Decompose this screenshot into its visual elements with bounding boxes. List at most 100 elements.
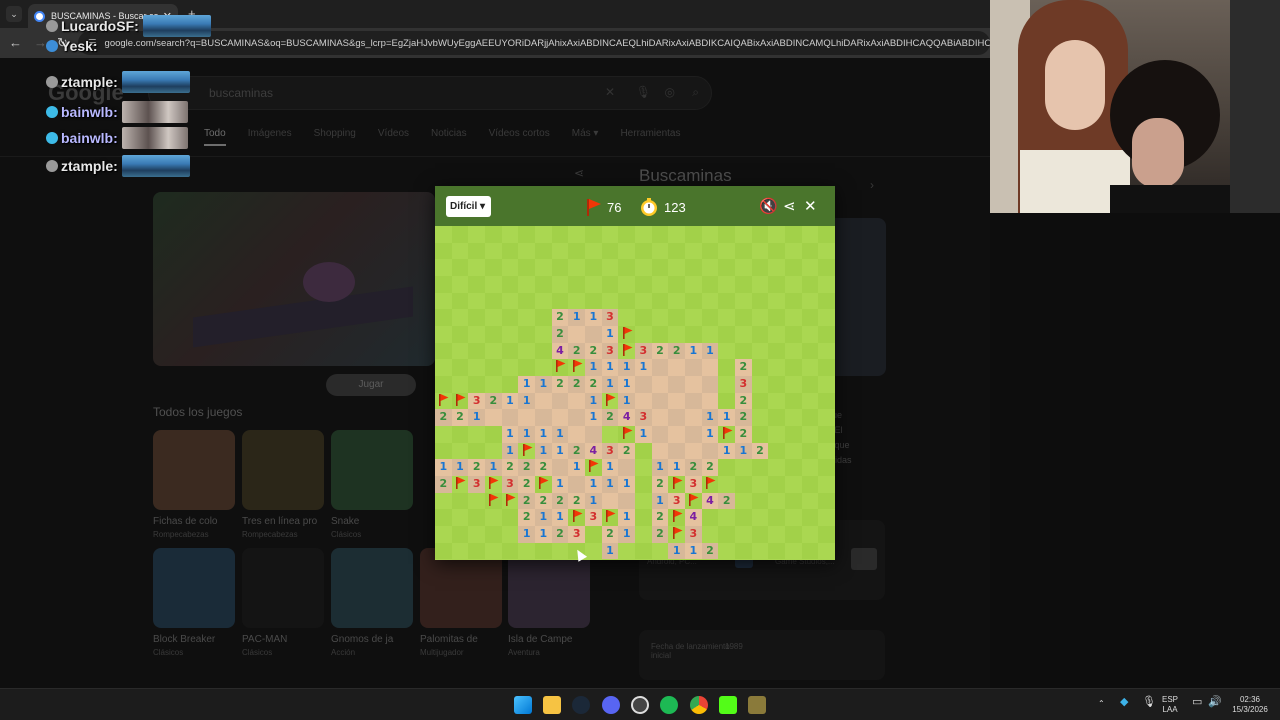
hidden-cell[interactable]: [518, 242, 535, 260]
hidden-cell[interactable]: [501, 276, 519, 293]
revealed-empty-cell[interactable]: [585, 326, 602, 343]
hidden-cell[interactable]: [468, 509, 485, 526]
network-icon[interactable]: ▭: [1192, 697, 1202, 708]
number-cell[interactable]: 1: [701, 342, 719, 360]
number-cell[interactable]: 1: [618, 392, 635, 410]
flagged-cell[interactable]: [618, 426, 635, 443]
number-cell[interactable]: 1: [535, 376, 552, 393]
hidden-cell[interactable]: [585, 242, 602, 260]
hidden-cell[interactable]: [435, 442, 452, 460]
hidden-cell[interactable]: [635, 492, 652, 510]
flagged-cell[interactable]: [618, 342, 635, 360]
google-tab[interactable]: Todo: [204, 128, 226, 146]
revealed-empty-cell[interactable]: [618, 492, 635, 510]
flagged-cell[interactable]: [551, 359, 569, 376]
hidden-cell[interactable]: [518, 292, 535, 310]
number-cell[interactable]: 1: [435, 459, 452, 476]
revealed-empty-cell[interactable]: [668, 426, 685, 443]
number-cell[interactable]: 2: [535, 459, 552, 476]
hidden-cell[interactable]: [585, 526, 602, 543]
hidden-cell[interactable]: [585, 259, 602, 276]
volume-icon[interactable]: 🔊: [1208, 697, 1222, 708]
hidden-cell[interactable]: [818, 376, 835, 393]
hidden-cell[interactable]: [468, 242, 485, 260]
hidden-cell[interactable]: [601, 259, 619, 276]
number-cell[interactable]: 1: [535, 526, 552, 543]
microphone-icon[interactable]: 🎙: [1142, 697, 1156, 708]
number-cell[interactable]: 2: [701, 459, 719, 476]
hidden-cell[interactable]: [718, 259, 735, 276]
number-cell[interactable]: 2: [751, 442, 769, 460]
mute-icon[interactable]: 🔇: [759, 197, 778, 215]
close-icon[interactable]: ✕: [804, 197, 817, 215]
number-cell[interactable]: 1: [585, 309, 602, 326]
number-cell[interactable]: 1: [701, 409, 719, 426]
hidden-cell[interactable]: [801, 359, 819, 376]
chat-username[interactable]: ztample:: [61, 74, 118, 90]
back-icon[interactable]: ←: [9, 35, 22, 50]
game-name[interactable]: Snake: [331, 516, 359, 527]
number-cell[interactable]: 1: [551, 442, 569, 460]
hidden-cell[interactable]: [635, 309, 652, 326]
hidden-cell[interactable]: [785, 359, 802, 376]
hidden-cell[interactable]: [601, 242, 619, 260]
number-cell[interactable]: 2: [551, 492, 569, 510]
game-card-thumbnail[interactable]: [331, 430, 413, 510]
hidden-cell[interactable]: [451, 326, 469, 343]
hidden-cell[interactable]: [568, 226, 585, 243]
revealed-empty-cell[interactable]: [685, 376, 702, 393]
flagged-cell[interactable]: [601, 509, 619, 526]
hidden-cell[interactable]: [735, 492, 752, 510]
hidden-cell[interactable]: [535, 359, 552, 376]
revealed-empty-cell[interactable]: [668, 376, 685, 393]
hidden-cell[interactable]: [635, 542, 652, 560]
hidden-cell[interactable]: [468, 359, 485, 376]
number-cell[interactable]: 2: [585, 342, 602, 360]
hidden-cell[interactable]: [751, 326, 769, 343]
hidden-cell[interactable]: [435, 359, 452, 376]
number-cell[interactable]: 3: [601, 309, 619, 326]
hidden-cell[interactable]: [718, 526, 735, 543]
hidden-cell[interactable]: [818, 442, 835, 460]
revealed-empty-cell[interactable]: [701, 442, 719, 460]
game-name[interactable]: Gnomos de ja: [331, 634, 393, 645]
hidden-cell[interactable]: [751, 359, 769, 376]
address-bar[interactable]: ☰ google.com/search?q=BUSCAMINAS&oq=BUSC…: [78, 31, 990, 55]
number-cell[interactable]: 2: [585, 376, 602, 393]
number-cell[interactable]: 3: [501, 476, 519, 493]
number-cell[interactable]: 2: [551, 309, 569, 326]
hidden-cell[interactable]: [468, 442, 485, 460]
hidden-cell[interactable]: [801, 442, 819, 460]
hidden-cell[interactable]: [468, 292, 485, 310]
revealed-empty-cell[interactable]: [635, 392, 652, 410]
flagged-cell[interactable]: [585, 459, 602, 476]
flagged-cell[interactable]: [668, 526, 685, 543]
revealed-empty-cell[interactable]: [651, 409, 669, 426]
flagged-cell[interactable]: [485, 492, 502, 510]
hidden-cell[interactable]: [518, 276, 535, 293]
hidden-cell[interactable]: [735, 459, 752, 476]
hidden-cell[interactable]: [535, 276, 552, 293]
revealed-empty-cell[interactable]: [685, 392, 702, 410]
flagged-cell[interactable]: [501, 492, 519, 510]
hidden-cell[interactable]: [751, 376, 769, 393]
number-cell[interactable]: 1: [668, 459, 685, 476]
hidden-cell[interactable]: [785, 526, 802, 543]
number-cell[interactable]: 2: [535, 492, 552, 510]
number-cell[interactable]: 2: [518, 476, 535, 493]
flagged-cell[interactable]: [485, 476, 502, 493]
hidden-cell[interactable]: [785, 342, 802, 360]
revealed-empty-cell[interactable]: [651, 359, 669, 376]
hidden-cell[interactable]: [751, 392, 769, 410]
number-cell[interactable]: 1: [601, 459, 619, 476]
number-cell[interactable]: 4: [701, 492, 719, 510]
hidden-cell[interactable]: [785, 292, 802, 310]
hidden-cell[interactable]: [468, 276, 485, 293]
number-cell[interactable]: 1: [668, 542, 685, 560]
google-tab[interactable]: Más ▾: [572, 128, 599, 146]
hidden-cell[interactable]: [435, 292, 452, 310]
hidden-cell[interactable]: [801, 459, 819, 476]
google-tab[interactable]: Vídeos cortos: [489, 128, 550, 146]
number-cell[interactable]: 2: [568, 376, 585, 393]
flagged-cell[interactable]: [668, 509, 685, 526]
